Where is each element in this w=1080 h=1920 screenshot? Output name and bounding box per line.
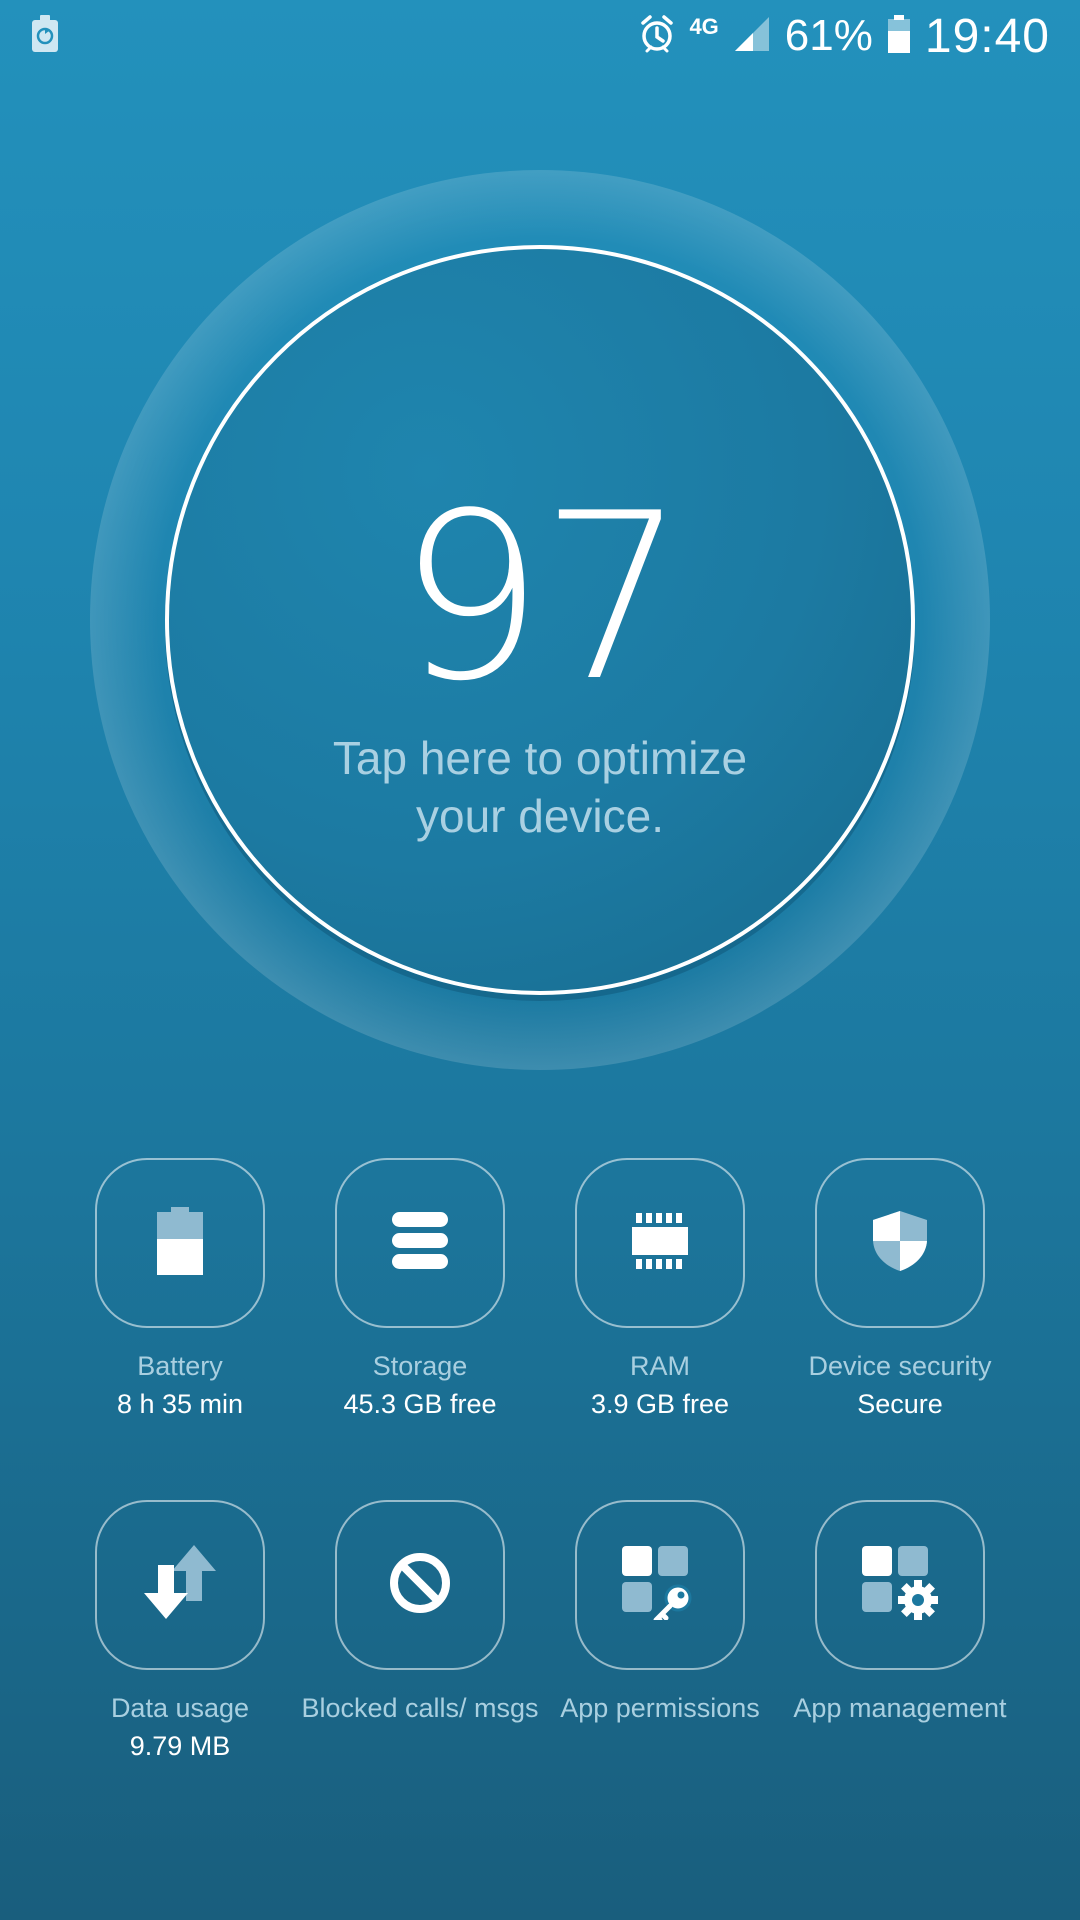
tile-battery-value: 8 h 35 min	[116, 1389, 244, 1419]
app-management-gear-icon	[862, 1545, 938, 1625]
battery-saver-icon	[30, 14, 60, 54]
tile-device-security-icon-box	[815, 1158, 985, 1328]
tile-data-usage-label: Data usage	[110, 1693, 250, 1723]
tile-storage[interactable]: Storage 45.3 GB free	[300, 1158, 540, 1420]
tile-device-security[interactable]: Device security Secure	[780, 1158, 1020, 1420]
tile-storage-icon-box	[335, 1158, 505, 1328]
tile-storage-value: 45.3 GB free	[343, 1389, 497, 1419]
data-transfer-icon	[140, 1544, 220, 1626]
optimize-score-button[interactable]: 97 Tap here to optimize your device.	[165, 245, 915, 995]
optimize-hint: Tap here to optimize your device.	[332, 732, 748, 842]
tile-app-management-icon-box	[815, 1500, 985, 1670]
device-score: 97	[397, 465, 687, 732]
tile-battery-icon-box	[95, 1158, 265, 1328]
clock: 19:40	[924, 9, 1050, 63]
tile-app-management-label: App management	[793, 1693, 1007, 1723]
tile-blocked-calls-icon-box	[335, 1500, 505, 1670]
signal-icon	[733, 15, 771, 58]
tile-ram-label: RAM	[630, 1351, 690, 1381]
network-type-label: 4G	[689, 14, 719, 39]
shield-icon	[871, 1209, 929, 1278]
alarm-icon	[639, 14, 675, 59]
app-permissions-key-icon	[622, 1545, 698, 1625]
tile-data-usage-icon-box	[95, 1500, 265, 1670]
tile-battery-label: Battery	[137, 1351, 223, 1381]
status-bar: 4G 61% 19:40	[0, 0, 1080, 72]
tile-ram-value: 3.9 GB free	[590, 1389, 730, 1419]
tile-storage-label: Storage	[372, 1351, 468, 1381]
tile-data-usage[interactable]: Data usage 9.79 MB	[60, 1500, 300, 1762]
tile-ram[interactable]: RAM 3.9 GB free	[540, 1158, 780, 1420]
tile-data-usage-value: 9.79 MB	[129, 1731, 231, 1761]
tile-app-permissions-icon-box	[575, 1500, 745, 1670]
ram-chip-icon	[630, 1211, 690, 1276]
tile-ram-icon-box	[575, 1158, 745, 1328]
tile-device-security-label: Device security	[808, 1351, 992, 1381]
block-icon	[389, 1552, 451, 1619]
tile-blocked-calls[interactable]: Blocked calls/ msgs	[300, 1500, 540, 1724]
battery-icon	[887, 14, 911, 59]
tile-app-permissions[interactable]: App permissions	[540, 1500, 780, 1724]
tile-blocked-calls-label: Blocked calls/ msgs	[301, 1693, 539, 1723]
status-right-group: 4G 61% 19:40	[639, 8, 1050, 64]
storage-icon	[392, 1211, 448, 1275]
tile-app-permissions-label: App permissions	[560, 1693, 760, 1723]
tile-app-management[interactable]: App management	[780, 1500, 1020, 1724]
tile-device-security-value: Secure	[857, 1389, 943, 1419]
battery-icon	[157, 1206, 203, 1280]
battery-percent: 61%	[784, 11, 873, 60]
tile-battery[interactable]: Battery 8 h 35 min	[60, 1158, 300, 1420]
